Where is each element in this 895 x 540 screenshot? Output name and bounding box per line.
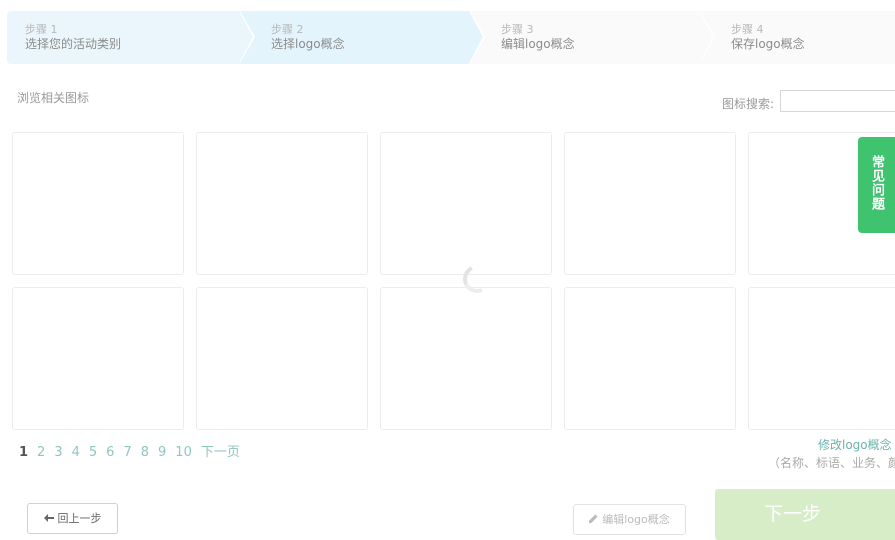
page-link-2[interactable]: 2 [37, 445, 45, 460]
step-label: 编辑logo概念 [501, 37, 575, 51]
step-number: 步骤 2 [271, 23, 304, 36]
page-link-8[interactable]: 8 [141, 445, 149, 460]
page-link-5[interactable]: 5 [89, 445, 97, 460]
step-4[interactable]: 步骤 4 保存logo概念 [699, 11, 895, 64]
icon-tile[interactable] [12, 132, 184, 275]
step-3[interactable]: 步骤 3 编辑logo概念 [469, 11, 715, 64]
step-number: 步骤 1 [25, 23, 58, 36]
step-label: 保存logo概念 [731, 37, 805, 51]
next-page-link[interactable]: 下一页 [201, 441, 240, 460]
arrow-left-icon [43, 504, 54, 533]
step-progress-bar: 步骤 1 选择您的活动类别 步骤 2 选择logo概念 步骤 3 编辑logo概… [7, 11, 895, 64]
icon-search-label: 图标搜索: [722, 97, 775, 111]
faq-tab-label: 常见问题 [869, 155, 884, 211]
icon-tile[interactable] [196, 287, 368, 430]
page-link-7[interactable]: 7 [123, 445, 131, 460]
page-link-9[interactable]: 9 [158, 445, 166, 460]
edit-concept-button[interactable]: 编辑logo概念 [573, 504, 686, 535]
back-button[interactable]: 回上一步 [27, 503, 118, 534]
page-link-3[interactable]: 3 [54, 445, 62, 460]
step-number: 步骤 4 [731, 23, 764, 36]
icon-tile[interactable] [564, 132, 736, 275]
back-button-label: 回上一步 [57, 512, 102, 525]
browse-icons-title: 浏览相关图标 [17, 91, 90, 105]
step-label: 选择您的活动类别 [25, 37, 122, 51]
icon-tile[interactable] [380, 132, 552, 275]
step-label: 选择logo概念 [271, 37, 345, 51]
next-step-button[interactable]: 下一步 [715, 489, 895, 540]
faq-side-tab[interactable]: 常见问题 [858, 137, 895, 233]
pencil-icon [589, 505, 598, 534]
page-link-6[interactable]: 6 [106, 445, 114, 460]
icon-search-input[interactable] [780, 90, 895, 112]
icon-tile[interactable] [196, 132, 368, 275]
edit-concept-label: 编辑logo概念 [602, 513, 670, 526]
pagination: 1 2 3 4 5 6 7 8 9 10 下一页 [19, 441, 249, 460]
icon-tile[interactable] [380, 287, 552, 430]
page-link-4[interactable]: 4 [72, 445, 80, 460]
icon-tile[interactable] [748, 287, 895, 430]
page-link-1[interactable]: 1 [19, 445, 28, 460]
step-1[interactable]: 步骤 1 选择您的活动类别 [7, 11, 255, 64]
step-2[interactable]: 步骤 2 选择logo概念 [239, 11, 485, 64]
modify-concept-note: （名称、标语、业务、颜 [768, 456, 895, 470]
step-number: 步骤 3 [501, 23, 534, 36]
icon-tile[interactable] [12, 287, 184, 430]
modify-concept-link[interactable]: 修改logo概念 [818, 436, 892, 453]
page-link-10[interactable]: 10 [175, 445, 192, 460]
icon-tile[interactable] [564, 287, 736, 430]
